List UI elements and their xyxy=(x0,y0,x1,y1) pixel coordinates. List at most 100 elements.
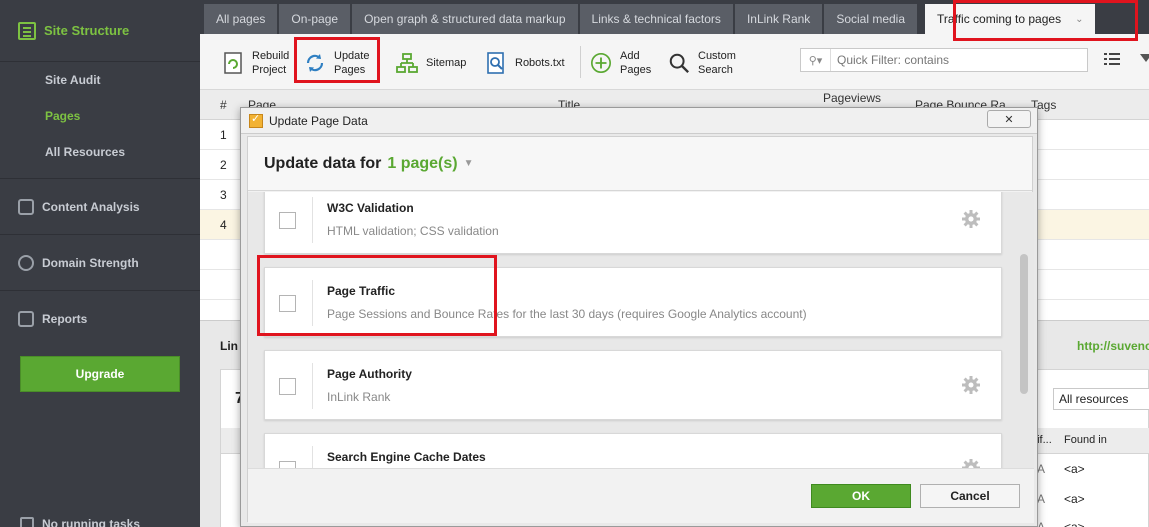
task-status-label: No running tasks xyxy=(42,517,141,527)
list-view-icon[interactable] xyxy=(1104,52,1120,66)
tab-all-pages[interactable]: All pages xyxy=(204,4,278,34)
sidebar-item-label: Reports xyxy=(42,311,88,326)
chevron-down-icon: ⌄ xyxy=(1075,13,1084,25)
custom-search-button[interactable]: Custom Search xyxy=(668,42,736,84)
search-icon xyxy=(669,53,690,74)
tab-label: Traffic coming to pages xyxy=(937,12,1062,26)
option-desc: HTML validation; CSS validation xyxy=(327,224,499,238)
toolbar: Rebuild Project Update Pages Sitemap Rob… xyxy=(200,34,1149,90)
page-url[interactable]: http://suvenc xyxy=(1077,339,1149,353)
chart-icon xyxy=(18,198,34,215)
sidebar-item-site-audit[interactable]: Site Audit xyxy=(0,62,200,98)
add-pages-label: Add Pages xyxy=(620,50,652,76)
option-page-traffic[interactable]: Page Traffic Page Sessions and Bounce Ra… xyxy=(264,267,1002,337)
sitemap-button[interactable]: Sitemap xyxy=(396,42,466,84)
task-status: No running tasks xyxy=(20,517,140,527)
tab-links-technical[interactable]: Links & technical factors xyxy=(579,4,733,34)
col-found-in[interactable]: Found in xyxy=(1064,434,1107,446)
toolbar-divider xyxy=(580,46,581,78)
dialog-heading: Update data for 1 page(s) ▼ xyxy=(248,137,1032,191)
tab-open-graph[interactable]: Open graph & structured data markup xyxy=(352,4,578,34)
heading-prefix: Update data for xyxy=(264,154,382,172)
report-icon xyxy=(18,310,34,327)
resources-select[interactable]: All resources xyxy=(1053,388,1149,410)
site-structure-icon xyxy=(18,21,36,40)
sidebar-item-content-analysis[interactable]: Content Analysis xyxy=(0,178,200,234)
sitemap-icon xyxy=(396,53,418,73)
robots-file-icon xyxy=(487,52,504,74)
scrollbar-thumb[interactable] xyxy=(1020,254,1028,394)
gear-icon[interactable] xyxy=(962,459,980,468)
resources-select-value: All resources xyxy=(1059,392,1129,406)
tab-social-media[interactable]: Social media xyxy=(824,4,918,34)
ok-button[interactable]: OK xyxy=(811,484,911,508)
quick-filter-input[interactable] xyxy=(831,53,1081,67)
option-title: Page Traffic xyxy=(327,284,396,298)
gauge-icon xyxy=(18,254,34,271)
gear-icon[interactable] xyxy=(962,376,980,394)
sidebar-site-structure[interactable]: Site Structure xyxy=(0,0,200,62)
page-traffic-checkbox[interactable] xyxy=(279,295,296,312)
col-number[interactable]: # xyxy=(200,98,240,112)
robots-button[interactable]: Robots.txt xyxy=(485,42,565,84)
dialog-body: Update data for 1 page(s) ▼ W3C Validati… xyxy=(247,136,1034,523)
divider xyxy=(312,446,313,468)
option-w3c-validation[interactable]: W3C Validation HTML validation; CSS vali… xyxy=(264,192,1002,254)
row-number: 1 xyxy=(220,127,227,142)
tab-on-page[interactable]: On-page xyxy=(279,4,351,34)
add-icon xyxy=(591,53,611,73)
tab-bar: All pages On-page Open graph & structure… xyxy=(200,0,1149,34)
row-number: 4 xyxy=(220,217,227,232)
close-button[interactable]: ✕ xyxy=(987,110,1031,128)
rebuild-label: Rebuild Project xyxy=(252,50,290,76)
search-dropdown-icon[interactable]: ⚲▾ xyxy=(801,49,831,71)
row-number: 2 xyxy=(220,157,227,172)
cancel-button[interactable]: Cancel xyxy=(920,484,1020,508)
links-heading: Lin xyxy=(220,339,238,353)
rebuild-project-button[interactable]: Rebuild Project xyxy=(222,42,289,84)
robots-label: Robots.txt xyxy=(515,57,565,69)
tasks-icon xyxy=(20,517,34,527)
update-page-data-dialog: Update Page Data ✕ Update data for 1 pag… xyxy=(240,107,1038,527)
add-pages-button[interactable]: Add Pages xyxy=(590,42,651,84)
w3c-checkbox[interactable] xyxy=(279,212,296,229)
dialog-titlebar[interactable]: Update Page Data xyxy=(241,108,1037,134)
gear-icon[interactable] xyxy=(962,210,980,228)
divider xyxy=(312,197,313,243)
option-page-authority[interactable]: Page Authority InLink Rank xyxy=(264,350,1002,420)
update-label: Update Pages xyxy=(334,50,370,76)
sidebar: Site Structure Site Audit Pages All Reso… xyxy=(0,0,200,527)
sidebar-item-domain-strength[interactable]: Domain Strength xyxy=(0,234,200,290)
cell-found-in: <a> xyxy=(1064,462,1085,476)
sitemap-label: Sitemap xyxy=(426,57,467,69)
option-title: W3C Validation xyxy=(327,201,414,215)
data-options-list: W3C Validation HTML validation; CSS vali… xyxy=(248,192,1034,468)
sidebar-item-all-resources[interactable]: All Resources xyxy=(0,134,200,170)
col-tags[interactable]: Tags xyxy=(1023,98,1123,112)
row-number: 3 xyxy=(220,187,227,202)
cell-found-in: <a> xyxy=(1064,520,1085,527)
cell-found-in: <a> xyxy=(1064,492,1085,506)
dialog-title: Update Page Data xyxy=(269,113,368,128)
rebuild-icon xyxy=(224,52,242,74)
sidebar-item-reports[interactable]: Reports xyxy=(0,290,200,346)
divider xyxy=(312,280,313,326)
cache-dates-checkbox[interactable] xyxy=(279,461,296,468)
tab-inlink-rank[interactable]: InLink Rank xyxy=(734,4,823,34)
chevron-down-icon[interactable]: ▼ xyxy=(464,158,474,169)
update-pages-button[interactable]: Update Pages xyxy=(304,42,369,84)
sidebar-item-pages[interactable]: Pages xyxy=(0,98,200,134)
page-count-dropdown[interactable]: 1 page(s) xyxy=(387,155,457,173)
option-title: Page Authority xyxy=(327,367,412,381)
option-title: Search Engine Cache Dates xyxy=(327,450,486,464)
quick-filter[interactable]: ⚲▾ xyxy=(800,48,1088,72)
sidebar-item-label: Domain Strength xyxy=(42,255,139,270)
close-icon: ✕ xyxy=(1004,113,1014,126)
sidebar-item-label: Content Analysis xyxy=(42,199,140,214)
tab-traffic[interactable]: Traffic coming to pages ⌄ xyxy=(925,4,1096,34)
upgrade-button[interactable]: Upgrade xyxy=(20,356,180,392)
filter-icon[interactable] xyxy=(1140,54,1149,62)
page-authority-checkbox[interactable] xyxy=(279,378,296,395)
divider xyxy=(312,363,313,409)
option-cache-dates[interactable]: Search Engine Cache Dates xyxy=(264,433,1002,468)
